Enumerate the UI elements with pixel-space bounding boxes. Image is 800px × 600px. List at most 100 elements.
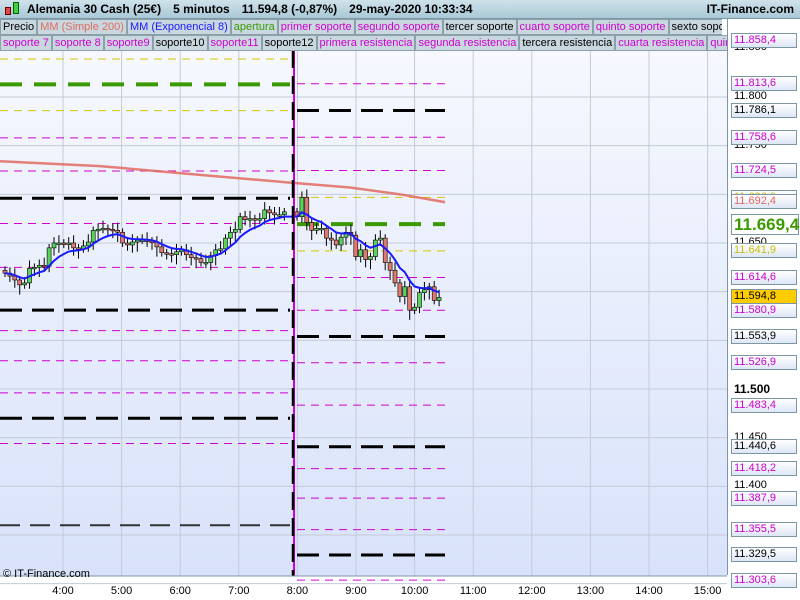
candle-body bbox=[41, 265, 47, 268]
candle-body bbox=[17, 279, 23, 286]
candle-body bbox=[66, 242, 71, 245]
price-tick-label: 11.400 bbox=[734, 479, 767, 492]
legend-item[interactable]: MM (Exponencial 8) bbox=[126, 19, 231, 35]
time-tick-label: 7:00 bbox=[228, 585, 250, 597]
candle-body bbox=[95, 229, 101, 232]
candle-body bbox=[377, 237, 383, 241]
candle-body bbox=[252, 218, 258, 221]
price-level-label: 11.858,4 bbox=[731, 32, 797, 48]
brand: IT-Finance.com bbox=[706, 2, 794, 16]
candle-body bbox=[218, 248, 223, 251]
legend-item[interactable]: soporte11 bbox=[207, 35, 262, 51]
candle-body bbox=[188, 254, 194, 258]
time-tick-label: 12:00 bbox=[518, 585, 546, 597]
candle-body bbox=[237, 216, 243, 230]
price-level-label: 11.355,5 bbox=[731, 522, 797, 538]
price-level-label: 11.786,1 bbox=[731, 103, 797, 119]
candle-body bbox=[164, 252, 169, 255]
time-tick-label: 14:00 bbox=[635, 585, 663, 597]
price-level-label: 11.580,9 bbox=[731, 302, 797, 318]
candle-body bbox=[22, 282, 27, 286]
legend-item[interactable]: soporte 8 bbox=[51, 35, 104, 51]
candle-body bbox=[324, 228, 329, 239]
candle-body bbox=[407, 286, 413, 311]
candle-body bbox=[159, 246, 165, 254]
candle-body bbox=[115, 230, 120, 233]
last-price: 11.594,8 (-0,87%) bbox=[241, 2, 338, 16]
time-tick-label: 6:00 bbox=[169, 585, 191, 597]
price-level-label: 11.692,4 bbox=[731, 194, 797, 210]
legend-item[interactable]: cuarta resistencia bbox=[615, 35, 708, 51]
candle-body bbox=[36, 265, 42, 268]
legend-row-2: soporte 7 soporte 8 soporte9 soporte10 sopor… bbox=[0, 35, 728, 51]
legend-item[interactable]: MM (Simple 200) bbox=[37, 19, 127, 35]
candle-body bbox=[328, 237, 334, 241]
candle-body bbox=[61, 242, 67, 245]
candle-body bbox=[125, 242, 130, 246]
time-tick-label: 8:00 bbox=[286, 585, 309, 597]
candle-body bbox=[242, 216, 248, 220]
candle-body bbox=[174, 251, 179, 255]
datetime: 29-may-2020 10:33:34 bbox=[349, 2, 473, 16]
price-tick-label: 11.500 bbox=[734, 381, 771, 396]
time-tick-label: 5:00 bbox=[110, 585, 133, 597]
time-tick-label: 13:00 bbox=[576, 585, 605, 597]
candle-body bbox=[228, 231, 233, 239]
legend-item[interactable]: primera resistencia bbox=[316, 35, 416, 51]
legend-item[interactable]: Precio bbox=[0, 19, 38, 35]
legend-item[interactable]: quinto soporte bbox=[592, 19, 669, 35]
candle-body bbox=[90, 230, 96, 243]
legend-item[interactable]: tercera resistencia bbox=[519, 35, 616, 51]
price-level-label: 11.724,5 bbox=[731, 162, 797, 178]
candle-body bbox=[267, 209, 272, 214]
candle-body bbox=[233, 229, 238, 233]
legend-item[interactable]: apertura bbox=[230, 19, 278, 35]
price-level-label: 11.614,6 bbox=[731, 269, 797, 285]
candle-body bbox=[223, 237, 228, 250]
candle-body bbox=[169, 253, 174, 256]
legend-item[interactable]: soporte10 bbox=[152, 35, 208, 51]
candle-body bbox=[309, 222, 315, 231]
legend-item[interactable]: soporte 7 bbox=[0, 35, 52, 51]
legend-item[interactable]: segundo soporte bbox=[354, 19, 443, 35]
price-level-label: 11.641,9 bbox=[731, 243, 797, 259]
legend-item[interactable]: sexto soporte bbox=[668, 19, 722, 35]
candle-body bbox=[392, 269, 398, 284]
price-level-label: 11.387,9 bbox=[731, 490, 797, 506]
candle-body bbox=[333, 239, 339, 246]
candlestick-logo-icon bbox=[3, 0, 23, 18]
candle-body bbox=[262, 209, 268, 219]
legend-item[interactable]: quinta resistencia bbox=[707, 35, 728, 51]
legend-item[interactable]: soporte9 bbox=[103, 35, 153, 51]
candle-body bbox=[304, 196, 310, 223]
candle-body bbox=[422, 289, 427, 293]
candle-body bbox=[272, 212, 277, 216]
time-tick-label: 10:00 bbox=[400, 585, 429, 597]
price-level-label: 11.483,4 bbox=[731, 397, 797, 413]
candle-body bbox=[363, 249, 368, 260]
candle-body bbox=[417, 292, 422, 308]
legend-item[interactable]: primer soporte bbox=[277, 19, 355, 35]
candle-body bbox=[412, 306, 417, 311]
candle-body bbox=[314, 228, 319, 231]
price-level-label: 11.329,5 bbox=[731, 547, 797, 563]
price-level-label: 11.553,9 bbox=[731, 329, 797, 345]
candle-body bbox=[338, 236, 344, 246]
legend-item[interactable]: segunda resistencia bbox=[415, 35, 520, 51]
candle-body bbox=[397, 282, 403, 297]
candle-body bbox=[105, 228, 111, 231]
price-level-label: 11.526,9 bbox=[731, 355, 797, 371]
legend-item[interactable]: cuarto soporte bbox=[516, 19, 593, 35]
price-level-label: 11.440,6 bbox=[731, 439, 797, 455]
price-level-label: 11.303,6 bbox=[731, 572, 797, 588]
time-tick-label: 11:00 bbox=[459, 585, 487, 597]
price-level-label: 11.813,6 bbox=[731, 76, 797, 92]
price-level-label: 11.418,2 bbox=[731, 461, 797, 477]
candle-body bbox=[281, 211, 287, 216]
copyright: © IT-Finance.com bbox=[3, 568, 90, 580]
candle-body bbox=[130, 241, 135, 246]
legend-item[interactable]: soporte12 bbox=[261, 35, 317, 51]
price-level-label: 11.758,6 bbox=[731, 129, 797, 145]
instrument-name: Alemania 30 Cash (25€) bbox=[27, 2, 162, 16]
legend-item[interactable]: tercer soporte bbox=[442, 19, 517, 35]
